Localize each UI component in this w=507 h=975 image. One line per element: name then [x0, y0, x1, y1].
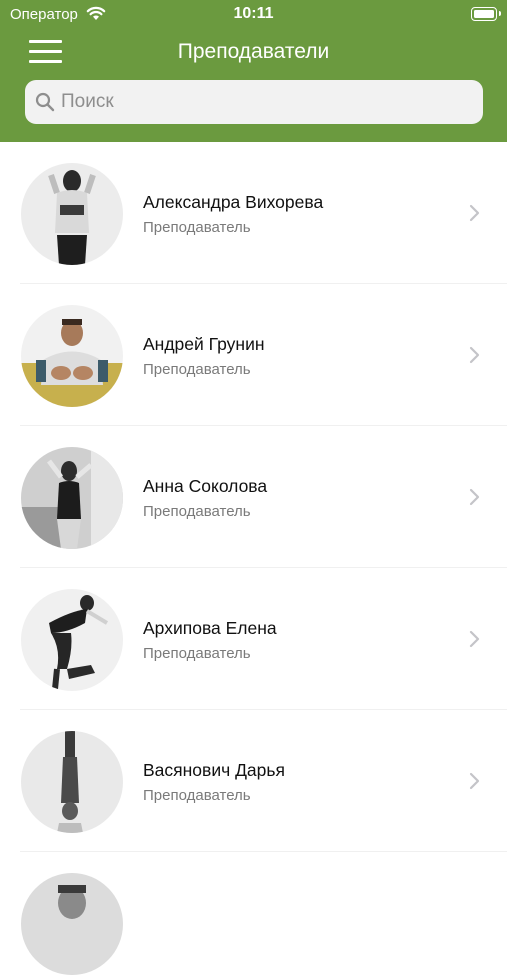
teacher-name: Андрей Грунин	[143, 334, 265, 354]
teacher-role: Преподаватель	[143, 503, 251, 520]
teacher-avatar	[21, 589, 123, 691]
chevron-right-icon	[469, 772, 480, 790]
teacher-row[interactable]: Анна Соколова Преподаватель	[0, 426, 507, 568]
chevron-right-icon	[469, 488, 480, 506]
teacher-row[interactable]: Васянович Дарья Преподаватель	[0, 710, 507, 852]
battery-icon	[471, 7, 501, 21]
status-time: 10:11	[233, 5, 274, 22]
teacher-role: Преподаватель	[143, 787, 251, 804]
chevron-right-icon	[469, 630, 480, 648]
teacher-name: Архипова Елена	[143, 618, 277, 638]
teacher-row[interactable]	[0, 852, 507, 975]
teacher-role: Преподаватель	[143, 219, 251, 236]
teacher-avatar	[21, 731, 123, 833]
status-bar: Оператор 10:11	[0, 0, 507, 30]
chevron-right-icon	[469, 204, 480, 222]
teacher-avatar	[21, 447, 123, 549]
teacher-name: Васянович Дарья	[143, 760, 285, 780]
nav-header: Оператор 10:11 Преподаватели	[0, 0, 507, 142]
teacher-role: Преподаватель	[143, 361, 251, 378]
teacher-name: Анна Соколова	[143, 476, 268, 496]
teacher-avatar	[21, 163, 123, 265]
search-bar[interactable]	[25, 80, 483, 124]
teacher-name: Александра Вихорева	[143, 192, 324, 212]
search-icon	[35, 92, 55, 112]
teacher-row[interactable]: Александра Вихорева Преподаватель	[0, 142, 507, 284]
teacher-role: Преподаватель	[143, 645, 251, 662]
page-title: Преподаватели	[177, 40, 330, 63]
teacher-row[interactable]: Андрей Грунин Преподаватель	[0, 284, 507, 426]
search-input[interactable]	[61, 86, 461, 118]
chevron-right-icon	[469, 346, 480, 364]
teacher-avatar	[21, 305, 123, 407]
teacher-row[interactable]: Архипова Елена Преподаватель	[0, 568, 507, 710]
teacher-avatar	[21, 873, 123, 975]
